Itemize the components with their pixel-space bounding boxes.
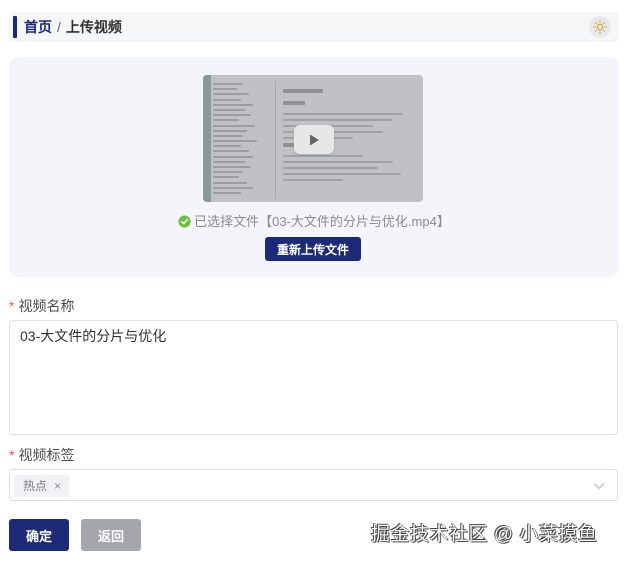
video-name-label: * 视频名称: [9, 296, 74, 316]
video-name-label-text: 视频名称: [18, 298, 75, 314]
watermark: 掘金技术社区 @ 小菜摸鱼: [371, 524, 598, 545]
file-status-text: 已选择文件【03-大文件的分片与优化.mp4】: [194, 214, 450, 229]
video-frame-nav: [213, 83, 271, 195]
video-tags-label: * 视频标签: [9, 445, 74, 465]
back-button[interactable]: 返回: [81, 519, 141, 551]
video-tags-label-text: 视频标签: [18, 447, 75, 463]
confirm-button[interactable]: 确定: [9, 519, 69, 551]
close-icon[interactable]: ×: [54, 475, 61, 497]
reupload-button[interactable]: 重新上传文件: [265, 237, 361, 261]
check-circle-icon: [178, 215, 191, 228]
video-preview[interactable]: [203, 75, 423, 202]
required-mark: *: [9, 298, 15, 314]
video-frame-divider: [275, 81, 276, 199]
video-frame-sidebar: [203, 75, 211, 202]
video-play-button[interactable]: [294, 125, 334, 154]
chevron-down-icon[interactable]: [592, 479, 606, 493]
header-bar: 首页 / 上传视频: [9, 12, 619, 42]
breadcrumb-accent: [13, 16, 17, 38]
sun-icon: [593, 20, 607, 34]
theme-toggle-button[interactable]: [589, 16, 611, 38]
video-tags-select[interactable]: 热点 ×: [9, 469, 618, 501]
breadcrumb: 首页 / 上传视频: [24, 12, 122, 42]
upload-panel: 已选择文件【03-大文件的分片与优化.mp4】 重新上传文件: [9, 57, 619, 277]
file-status: 已选择文件【03-大文件的分片与优化.mp4】: [9, 213, 619, 231]
video-name-textarea[interactable]: 03-大文件的分片与优化: [9, 320, 618, 435]
play-icon: [310, 134, 319, 145]
tag-chip-label: 热点: [23, 479, 48, 493]
tag-chip: 热点 ×: [14, 475, 70, 497]
breadcrumb-separator: /: [57, 19, 61, 35]
breadcrumb-current: 上传视频: [65, 19, 122, 35]
breadcrumb-home-link[interactable]: 首页: [24, 19, 52, 35]
required-mark: *: [9, 447, 15, 463]
